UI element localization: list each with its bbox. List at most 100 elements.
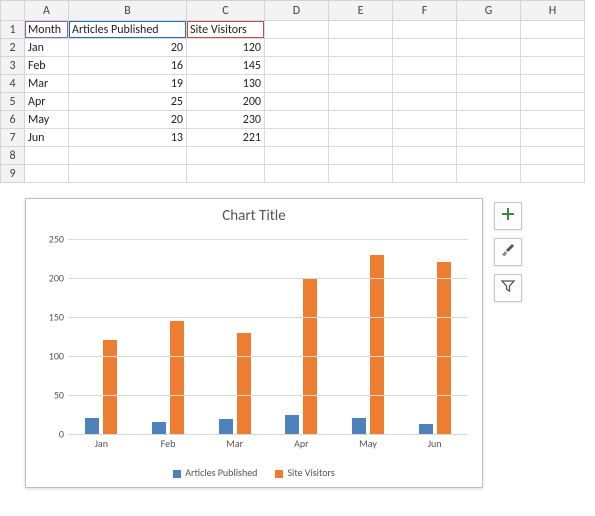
chart-styles-button[interactable] — [494, 238, 522, 266]
chart-bar[interactable] — [237, 333, 251, 434]
cell-F7[interactable] — [393, 129, 457, 147]
cell-F6[interactable] — [393, 111, 457, 129]
chart-bar[interactable] — [285, 415, 299, 435]
cell-G3[interactable] — [457, 57, 521, 75]
chart-bar[interactable] — [170, 321, 184, 434]
cell-E7[interactable] — [329, 129, 393, 147]
cell-H3[interactable] — [521, 57, 585, 75]
cell-G8[interactable] — [457, 147, 521, 165]
row-header-9[interactable]: 9 — [1, 165, 25, 183]
col-header-G[interactable]: G — [457, 1, 521, 21]
cell-H6[interactable] — [521, 111, 585, 129]
cell-E5[interactable] — [329, 93, 393, 111]
col-header-B[interactable]: B — [69, 1, 187, 21]
cell-B3[interactable]: 16 — [69, 57, 187, 75]
cell-H8[interactable] — [521, 147, 585, 165]
cell-E8[interactable] — [329, 147, 393, 165]
cell-E3[interactable] — [329, 57, 393, 75]
cell-B9[interactable] — [69, 165, 187, 183]
cell-F5[interactable] — [393, 93, 457, 111]
cell-A1[interactable]: Month — [25, 21, 69, 39]
chart-bar[interactable] — [219, 419, 233, 434]
col-header-A[interactable]: A — [25, 1, 69, 21]
cell-F1[interactable] — [393, 21, 457, 39]
cell-G7[interactable] — [457, 129, 521, 147]
cell-C4[interactable]: 130 — [187, 75, 265, 93]
row-header-1[interactable]: 1 — [1, 21, 25, 39]
cell-C1[interactable]: Site Visitors — [187, 21, 265, 39]
cell-G6[interactable] — [457, 111, 521, 129]
cell-E4[interactable] — [329, 75, 393, 93]
row-header-2[interactable]: 2 — [1, 39, 25, 57]
cell-H9[interactable] — [521, 165, 585, 183]
cell-H4[interactable] — [521, 75, 585, 93]
chart-bar[interactable] — [352, 418, 366, 434]
select-all-corner[interactable] — [1, 1, 25, 21]
cell-A4[interactable]: Mar — [25, 75, 69, 93]
cell-A7[interactable]: Jun — [25, 129, 69, 147]
cell-F9[interactable] — [393, 165, 457, 183]
cell-E6[interactable] — [329, 111, 393, 129]
row-header-7[interactable]: 7 — [1, 129, 25, 147]
cell-C6[interactable]: 230 — [187, 111, 265, 129]
chart-filter-button[interactable] — [494, 274, 522, 302]
cell-E1[interactable] — [329, 21, 393, 39]
cell-H5[interactable] — [521, 93, 585, 111]
cell-G2[interactable] — [457, 39, 521, 57]
row-header-4[interactable]: 4 — [1, 75, 25, 93]
cell-G4[interactable] — [457, 75, 521, 93]
cell-D6[interactable] — [265, 111, 329, 129]
cell-D2[interactable] — [265, 39, 329, 57]
embedded-chart[interactable]: Chart Title 050100150200250 JanFebMarApr… — [25, 198, 483, 488]
cell-B7[interactable]: 13 — [69, 129, 187, 147]
chart-bar[interactable] — [152, 422, 166, 434]
cell-A6[interactable]: May — [25, 111, 69, 129]
cell-B5[interactable]: 25 — [69, 93, 187, 111]
cell-A9[interactable] — [25, 165, 69, 183]
cell-H7[interactable] — [521, 129, 585, 147]
cell-E2[interactable] — [329, 39, 393, 57]
cell-H1[interactable] — [521, 21, 585, 39]
cell-C9[interactable] — [187, 165, 265, 183]
row-header-5[interactable]: 5 — [1, 93, 25, 111]
cell-G5[interactable] — [457, 93, 521, 111]
chart-bar[interactable] — [370, 255, 384, 434]
cell-A2[interactable]: Jan — [25, 39, 69, 57]
col-header-F[interactable]: F — [393, 1, 457, 21]
cell-C2[interactable]: 120 — [187, 39, 265, 57]
cell-B2[interactable]: 20 — [69, 39, 187, 57]
cell-F2[interactable] — [393, 39, 457, 57]
cell-A3[interactable]: Feb — [25, 57, 69, 75]
cell-C8[interactable] — [187, 147, 265, 165]
chart-bar[interactable] — [419, 424, 433, 434]
cell-C5[interactable]: 200 — [187, 93, 265, 111]
cell-H2[interactable] — [521, 39, 585, 57]
row-header-6[interactable]: 6 — [1, 111, 25, 129]
chart-legend[interactable]: Articles Published Site Visitors — [26, 466, 482, 479]
cell-G1[interactable] — [457, 21, 521, 39]
cell-F8[interactable] — [393, 147, 457, 165]
chart-bar[interactable] — [103, 340, 117, 434]
cell-F4[interactable] — [393, 75, 457, 93]
cell-B4[interactable]: 19 — [69, 75, 187, 93]
col-header-H[interactable]: H — [521, 1, 585, 21]
cell-A8[interactable] — [25, 147, 69, 165]
col-header-C[interactable]: C — [187, 1, 265, 21]
row-header-3[interactable]: 3 — [1, 57, 25, 75]
cell-G9[interactable] — [457, 165, 521, 183]
cell-D1[interactable] — [265, 21, 329, 39]
cell-D9[interactable] — [265, 165, 329, 183]
legend-item-2[interactable]: Site Visitors — [275, 466, 334, 479]
cell-D3[interactable] — [265, 57, 329, 75]
cell-B1[interactable]: Articles Published — [69, 21, 187, 39]
cell-B6[interactable]: 20 — [69, 111, 187, 129]
cell-B8[interactable] — [69, 147, 187, 165]
cell-D8[interactable] — [265, 147, 329, 165]
chart-bar[interactable] — [85, 418, 99, 434]
chart-bar[interactable] — [437, 262, 451, 434]
spreadsheet-grid[interactable]: A B C D E F G H 1 Month Articles Publish… — [0, 0, 585, 183]
cell-A5[interactable]: Apr — [25, 93, 69, 111]
chart-title[interactable]: Chart Title — [26, 199, 482, 227]
col-header-E[interactable]: E — [329, 1, 393, 21]
cell-C7[interactable]: 221 — [187, 129, 265, 147]
